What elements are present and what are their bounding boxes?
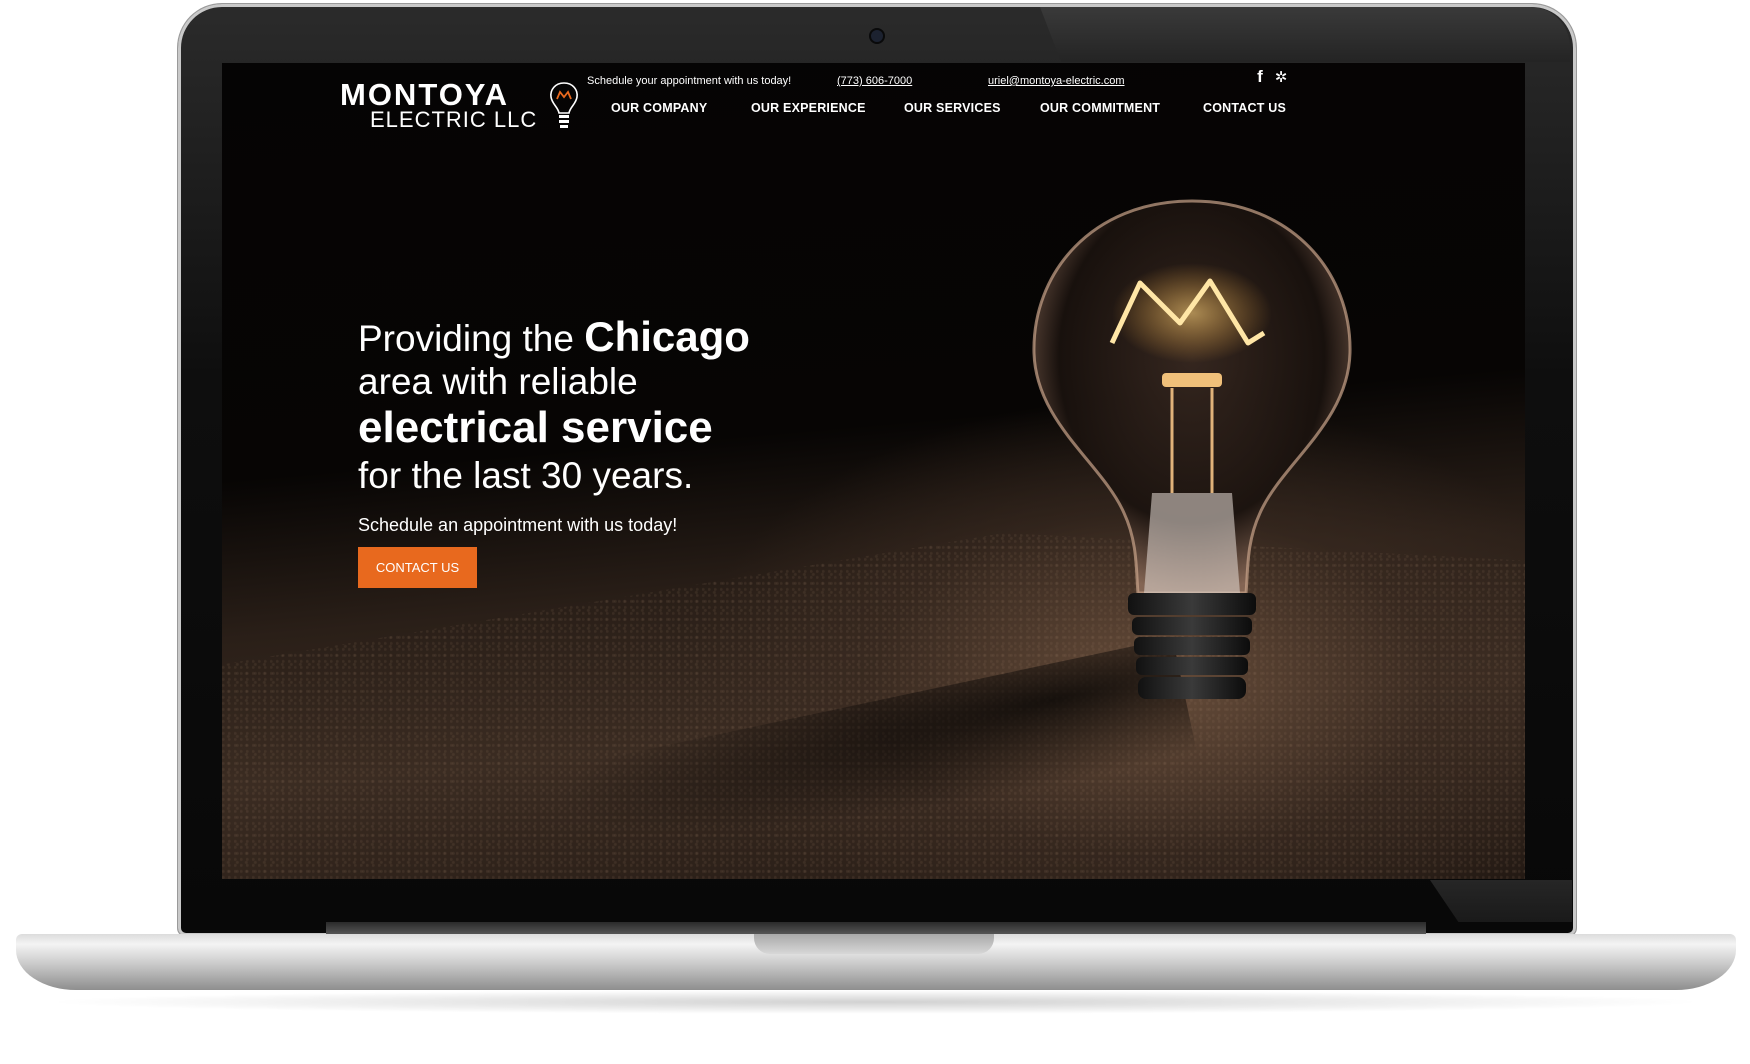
hero-headline-line2: area with reliable xyxy=(358,361,638,402)
main-nav: OUR COMPANY OUR EXPERIENCE OUR SERVICES … xyxy=(222,101,1525,121)
hero-headline-line4: for the last 30 years. xyxy=(358,455,694,496)
hero-prefix: Providing the xyxy=(358,318,585,359)
facebook-icon[interactable]: f xyxy=(1252,67,1268,87)
hero-subtitle: Schedule an appointment with us today! xyxy=(358,515,678,535)
laptop-shadow xyxy=(40,990,1710,1014)
nav-our-experience[interactable]: OUR EXPERIENCE xyxy=(751,101,866,115)
hero-headline-line3: electrical service xyxy=(358,403,713,452)
yelp-icon[interactable]: ✲ xyxy=(1273,67,1289,87)
nav-our-services[interactable]: OUR SERVICES xyxy=(904,101,1001,115)
nav-our-commitment[interactable]: OUR COMMITMENT xyxy=(1040,101,1160,115)
schedule-text: Schedule your appointment with us today! xyxy=(587,75,792,87)
email-link[interactable]: uriel@montoya-electric.com xyxy=(988,75,1125,87)
webcam xyxy=(869,28,885,44)
phone-link[interactable]: (773) 606-7000 xyxy=(837,75,912,87)
lid-reflection xyxy=(1040,7,1570,62)
contact-us-button[interactable]: CONTACT US xyxy=(358,547,477,588)
light-bulb-image xyxy=(1032,199,1352,699)
nav-our-company[interactable]: OUR COMPANY xyxy=(611,101,707,115)
laptop-notch xyxy=(754,934,994,954)
website-screen: MONTOYA ELECTRIC LLC Schedule your appoi… xyxy=(222,63,1525,879)
hero-headline-line1: Providing the Chicago xyxy=(358,313,750,361)
laptop-hinge xyxy=(326,922,1426,934)
hero-city: Chicago xyxy=(584,313,750,360)
nav-contact-us[interactable]: CONTACT US xyxy=(1203,101,1286,115)
